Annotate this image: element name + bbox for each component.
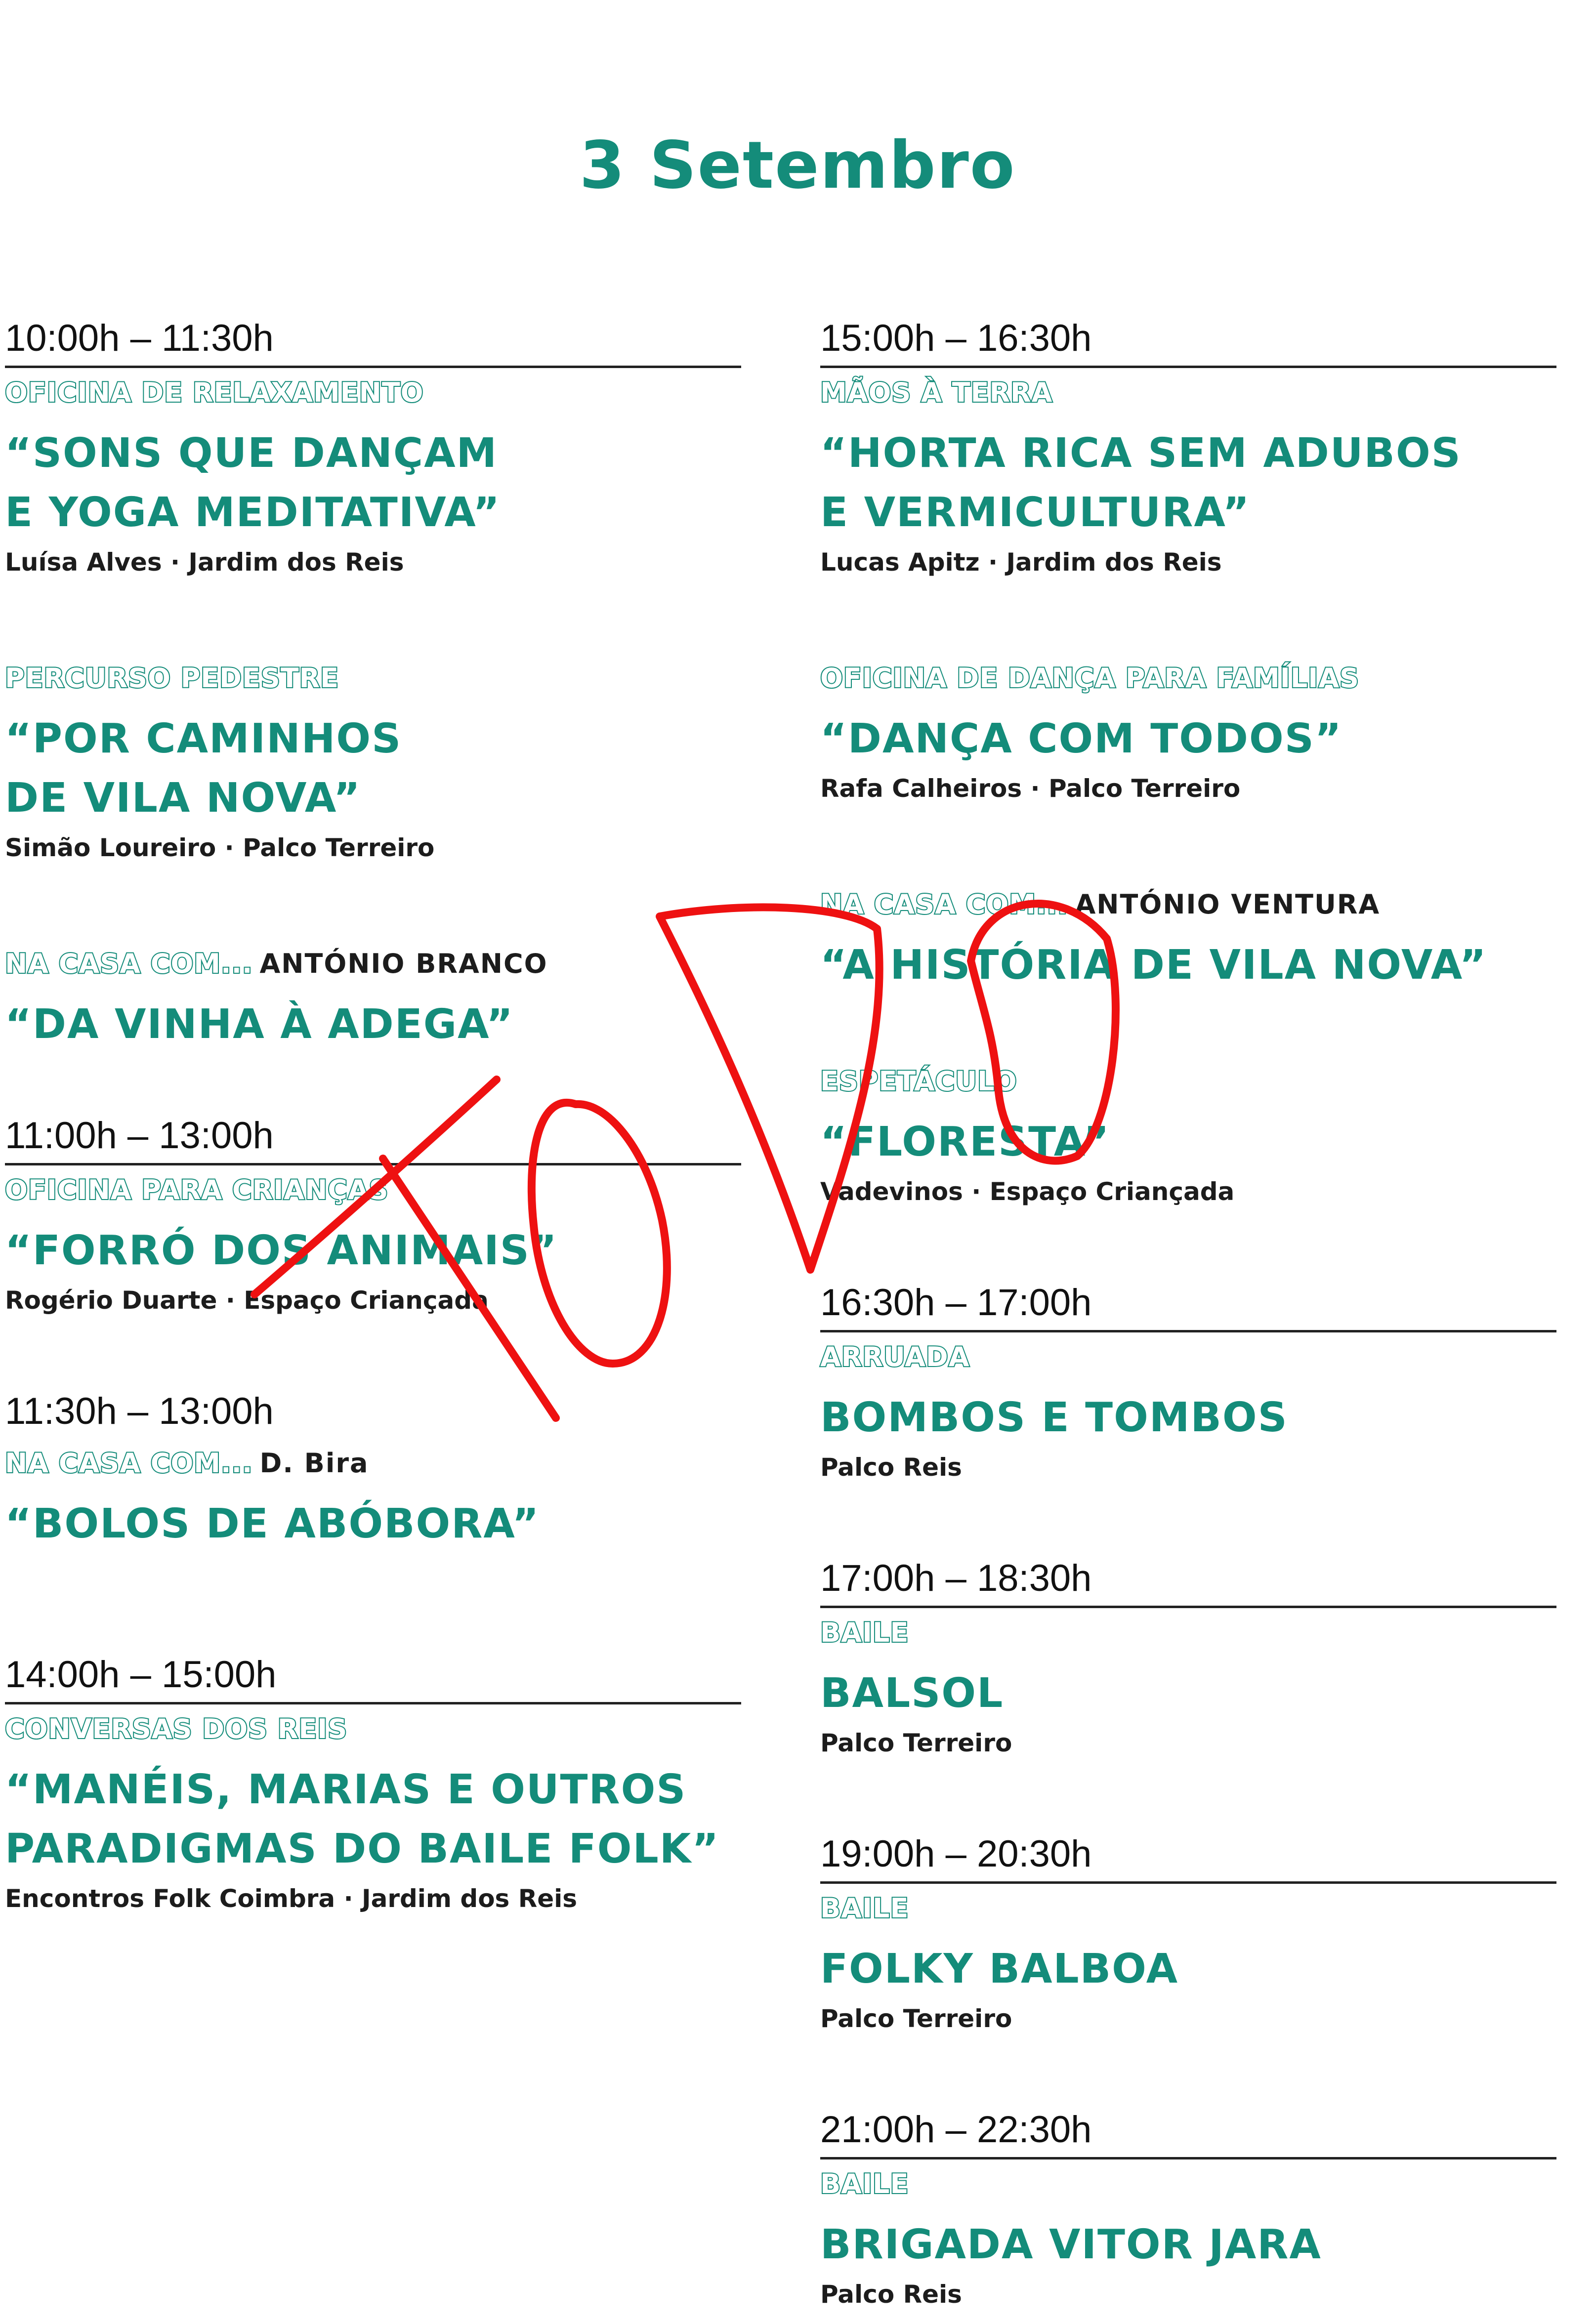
event-title: “SONS QUE DANÇAM	[5, 430, 498, 477]
event-category: OFICINA PARA CRIANÇAS	[4, 1173, 389, 1206]
event-title: “FLORESTA”	[820, 1119, 1110, 1165]
event-category: NA CASA COM...	[4, 1447, 253, 1480]
event-host-venue: Palco Terreiro	[820, 1729, 1012, 1757]
event-title: “POR CAMINHOS	[5, 715, 402, 762]
event-title: E VERMICULTURA”	[820, 489, 1251, 536]
event-title: “DA VINHA À ADEGA”	[5, 1001, 514, 1048]
event-title: “MANÉIS, MARIAS E OUTROS	[5, 1766, 687, 1813]
slot-time: 21:00h – 22:30h	[820, 2103, 1556, 2159]
event-host-venue: Rogério Duarte · Espaço Criançada	[5, 1286, 489, 1315]
event-title: BOMBOS E TOMBOS	[820, 1394, 1288, 1441]
event-category: BAILE	[819, 2167, 909, 2200]
event-host-venue: Simão Loureiro · Palco Terreiro	[5, 833, 435, 862]
event: OFICINA DE DANÇA PARA FAMÍLIAS “DANÇA CO…	[819, 662, 1556, 818]
event: ARRUADA BOMBOS E TOMBOS Palco Reis	[819, 1340, 1556, 1497]
event-host-venue: Lucas Apitz · Jardim dos Reis	[820, 548, 1222, 577]
schedule-left-column: 10:00h – 11:30h OFICINA DE RELAXAMENTO “…	[4, 311, 741, 1928]
event-host-venue: Vadevinos · Espaço Criançada	[820, 1177, 1235, 1206]
time-slot: 11:30h – 13:00h NA CASA COM... D. Bira “B…	[4, 1384, 741, 1554]
time-slot: 16:30h – 17:00h ARRUADA BOMBOS E TOMBOS …	[819, 1276, 1556, 1497]
event-title: “FORRÓ DOS ANIMAIS”	[5, 1227, 558, 1274]
event-title: DE VILA NOVA”	[5, 775, 361, 822]
event-title: FOLKY BALBOA	[820, 1946, 1179, 1992]
slot-time: 10:00h – 11:30h	[5, 311, 741, 368]
time-slot: 14:00h – 15:00h CONVERSAS DOS REIS “MANÉ…	[4, 1648, 741, 1928]
schedule-right-column: 15:00h – 16:30h MÃOS À TERRA “HORTA RICA…	[819, 311, 1556, 2324]
event: ESPETÁCULO “FLORESTA” Vadevinos · Espaço…	[819, 1065, 1556, 1221]
page-title: 3 Setembro	[579, 127, 1016, 204]
event-category: OFICINA DE DANÇA PARA FAMÍLIAS	[819, 662, 1360, 695]
event-host: ANTÓNIO BRANCO	[259, 948, 548, 979]
event: BAILE BALSOL Palco Terreiro	[819, 1616, 1556, 1773]
event-title: “BOLOS DE ABÓBORA”	[5, 1500, 540, 1547]
event: NA CASA COM... D. Bira “BOLOS DE ABÓBORA”	[4, 1447, 741, 1554]
slot-time: 14:00h – 15:00h	[5, 1648, 741, 1704]
time-slot: 21:00h – 22:30h BAILE BRIGADA VITOR JARA…	[819, 2103, 1556, 2324]
event-host: D. Bira	[259, 1448, 369, 1479]
event-category: NA CASA COM...	[819, 888, 1069, 921]
time-slot: 17:00h – 18:30h BAILE BALSOL Palco Terre…	[819, 1551, 1556, 1773]
time-slot: 15:00h – 16:30h MÃOS À TERRA “HORTA RICA…	[819, 311, 1556, 1221]
event-category: BAILE	[819, 1616, 909, 1649]
slot-time: 15:00h – 16:30h	[820, 311, 1556, 368]
event-host: ANTÓNIO VENTURA	[1075, 889, 1381, 920]
event-category: PERCURSO PEDESTRE	[4, 662, 339, 695]
event-title: “HORTA RICA SEM ADUBOS	[820, 430, 1462, 477]
event-category: CONVERSAS DOS REIS	[4, 1712, 348, 1745]
event: BAILE BRIGADA VITOR JARA Palco Reis	[819, 2167, 1556, 2324]
event-category: BAILE	[819, 1892, 909, 1925]
event: PERCURSO PEDESTRE “POR CAMINHOS DE VILA …	[4, 662, 741, 877]
event-title: E YOGA MEDITATIVA”	[5, 489, 501, 536]
event-title: PARADIGMAS DO BAILE FOLK”	[5, 1826, 720, 1872]
event-host-venue: Encontros Folk Coimbra · Jardim dos Reis	[5, 1884, 578, 1913]
event-category: MÃOS À TERRA	[819, 376, 1053, 409]
event-category: NA CASA COM...	[4, 947, 253, 980]
event-host-venue: Luísa Alves · Jardim dos Reis	[5, 548, 404, 577]
event: CONVERSAS DOS REIS “MANÉIS, MARIAS E OUT…	[4, 1712, 741, 1928]
slot-time: 11:30h – 13:00h	[5, 1390, 274, 1432]
slot-time: 11:00h – 13:00h	[5, 1109, 741, 1165]
time-slot: 10:00h – 11:30h OFICINA DE RELAXAMENTO “…	[4, 311, 741, 1054]
event-title: “DANÇA COM TODOS”	[820, 715, 1343, 762]
slot-time: 19:00h – 20:30h	[820, 1827, 1556, 1884]
event: OFICINA PARA CRIANÇAS “FORRÓ DOS ANIMAIS…	[4, 1173, 741, 1330]
slot-time: 17:00h – 18:30h	[820, 1551, 1556, 1608]
event: BAILE FOLKY BALBOA Palco Terreiro	[819, 1892, 1556, 2048]
event: MÃOS À TERRA “HORTA RICA SEM ADUBOS E VE…	[819, 376, 1556, 592]
event: OFICINA DE RELAXAMENTO “SONS QUE DANÇAM …	[4, 376, 741, 592]
event-host-venue: Palco Reis	[820, 2280, 962, 2309]
event-category: ESPETÁCULO	[819, 1065, 1018, 1098]
time-slot: 11:00h – 13:00h OFICINA PARA CRIANÇAS “F…	[4, 1109, 741, 1330]
event-host-venue: Palco Reis	[820, 1453, 962, 1482]
event-category: ARRUADA	[819, 1340, 970, 1373]
slot-time: 16:30h – 17:00h	[820, 1276, 1556, 1332]
event-title: BALSOL	[820, 1670, 1004, 1717]
event: NA CASA COM... ANTÓNIO VENTURA “A HISTÓRI…	[819, 888, 1556, 995]
time-slot: 19:00h – 20:30h BAILE FOLKY BALBOA Palco…	[819, 1827, 1556, 2048]
event-host-venue: Rafa Calheiros · Palco Terreiro	[820, 774, 1241, 803]
event-title: BRIGADA VITOR JARA	[820, 2221, 1322, 2268]
event-category: OFICINA DE RELAXAMENTO	[4, 376, 424, 409]
event-title: “A HISTÓRIA DE VILA NOVA”	[820, 942, 1487, 989]
event-host-venue: Palco Terreiro	[820, 2004, 1012, 2033]
event: NA CASA COM... ANTÓNIO BRANCO “DA VINHA À…	[4, 947, 741, 1054]
